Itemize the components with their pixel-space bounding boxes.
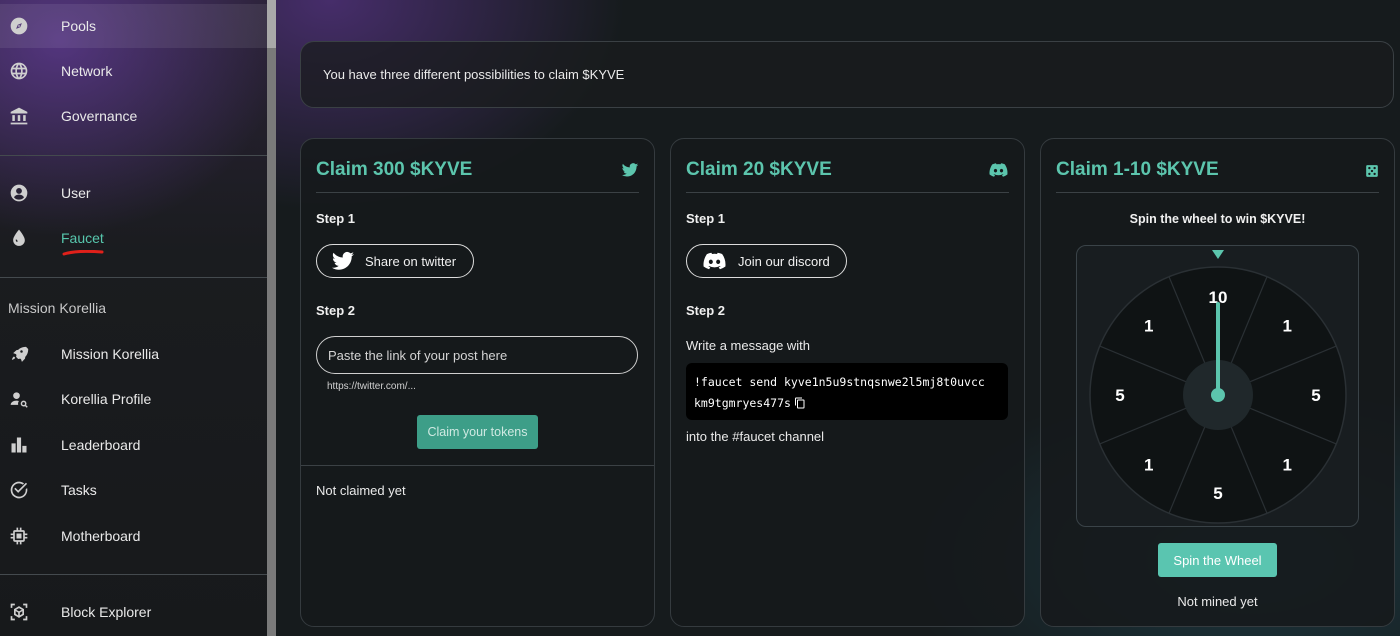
faucet-command-address-tail: km9tgmryes477s	[694, 396, 791, 410]
sidebar: Pools Network Governance User Faucet Mis…	[0, 0, 276, 636]
card-header: Claim 20 $KYVE	[686, 157, 1009, 193]
sidebar-item-label: User	[61, 185, 91, 201]
discord-icon	[988, 161, 1009, 179]
claim-tokens-button[interactable]: Claim your tokens	[417, 415, 538, 449]
sidebar-item-label: Pools	[61, 18, 97, 34]
user-icon	[8, 182, 30, 204]
cube-icon	[8, 601, 30, 623]
info-banner: You have three different possibilities t…	[300, 41, 1394, 108]
sidebar-item-faucet[interactable]: Faucet	[0, 216, 267, 260]
sidebar-divider	[0, 277, 276, 278]
card-title: Claim 20 $KYVE	[686, 159, 832, 180]
sidebar-scrollbar[interactable]	[267, 0, 276, 636]
faucet-command-line: !faucet send kyve1n5u9stnqsnwe2l5mj8t0uv…	[694, 375, 985, 389]
post-link-hint: https://twitter.com/...	[327, 381, 416, 392]
sidebar-item-network[interactable]: Network	[0, 49, 267, 93]
sidebar-divider	[0, 574, 276, 575]
profile-search-icon	[8, 388, 30, 410]
faucet-command-box[interactable]: !faucet send kyve1n5u9stnqsnwe2l5mj8t0uv…	[686, 363, 1008, 420]
wheel-segment-label: 5	[1115, 386, 1124, 405]
sidebar-item-label: Block Explorer	[61, 604, 152, 620]
step-2-label: Step 2	[316, 303, 356, 318]
wheel-pointer	[1212, 250, 1224, 259]
sidebar-item-pools[interactable]: Pools	[0, 4, 267, 48]
wheel-segment-label: 1	[1283, 455, 1292, 474]
sidebar-item-korellia-profile[interactable]: Korellia Profile	[0, 377, 267, 421]
copy-icon[interactable]	[794, 395, 806, 409]
rocket-icon	[8, 343, 30, 365]
discord-instruction: Write a message with	[686, 338, 811, 353]
step-2-label: Step 2	[686, 303, 726, 318]
wheel-heading: Spin the wheel to win $KYVE!	[1129, 212, 1306, 226]
sidebar-item-user[interactable]: User	[0, 171, 267, 215]
sidebar-item-label: Motherboard	[61, 528, 141, 544]
drop-icon	[8, 227, 30, 249]
sidebar-item-governance[interactable]: Governance	[0, 94, 267, 138]
wheel-segment-label: 1	[1283, 317, 1292, 336]
sidebar-divider	[0, 155, 276, 156]
chip-icon	[8, 525, 30, 547]
faucet-command-line-2: km9tgmryes477s	[694, 393, 1000, 414]
sidebar-item-label: Governance	[61, 108, 138, 124]
check-circle-icon	[8, 479, 30, 501]
sidebar-item-label: Tasks	[61, 482, 97, 498]
share-on-twitter-label: Share on twitter	[365, 253, 457, 269]
step-1-label: Step 1	[686, 211, 726, 226]
sidebar-section-title: Mission Korellia	[8, 300, 107, 316]
sidebar-item-mission-korellia[interactable]: Mission Korellia	[0, 332, 267, 376]
wheel-segment-label: 1	[1144, 317, 1153, 336]
sidebar-item-label: Network	[61, 63, 113, 79]
sidebar-item-leaderboard[interactable]: Leaderboard	[0, 423, 267, 467]
card-divider	[301, 465, 654, 466]
discord-icon	[703, 252, 726, 270]
card-title: Claim 1-10 $KYVE	[1056, 159, 1219, 180]
compass-icon	[8, 15, 30, 37]
claim-card-twitter: Claim 300 $KYVE Step 1 Share on twitter …	[300, 138, 655, 627]
sidebar-item-label: Faucet	[61, 230, 104, 246]
wheel-segment-label: 1	[1144, 455, 1153, 474]
info-banner-text: You have three different possibilities t…	[323, 67, 625, 82]
sidebar-item-motherboard[interactable]: Motherboard	[0, 514, 267, 558]
share-on-twitter-button[interactable]: Share on twitter	[316, 244, 474, 278]
join-discord-label: Join our discord	[738, 253, 830, 269]
sidebar-item-label: Korellia Profile	[61, 391, 152, 407]
sidebar-item-label: Mission Korellia	[61, 346, 160, 362]
wheel-segment-label: 5	[1213, 484, 1222, 503]
twitter-icon	[332, 251, 354, 270]
wheel-needle-pivot	[1211, 388, 1225, 402]
globe-icon	[8, 60, 30, 82]
post-link-input[interactable]	[316, 336, 638, 374]
prize-wheel[interactable]: 10 1 5 1 5 1 5 1	[1076, 245, 1359, 527]
card-header: Claim 1-10 $KYVE	[1056, 157, 1379, 193]
claim-card-discord: Claim 20 $KYVE Step 1 Join our discord S…	[670, 138, 1025, 627]
step-1-label: Step 1	[316, 211, 356, 226]
card-header: Claim 300 $KYVE	[316, 157, 639, 193]
red-underline-annotation	[62, 250, 104, 256]
claim-card-wheel: Claim 1-10 $KYVE Spin the wheel to win $…	[1040, 138, 1395, 627]
card-title: Claim 300 $KYVE	[316, 159, 473, 180]
mined-status: Not mined yet	[1177, 594, 1258, 609]
bank-icon	[8, 105, 30, 127]
bar-chart-icon	[8, 434, 30, 456]
dice-icon	[1365, 164, 1379, 178]
wheel-segment-label: 5	[1311, 386, 1320, 405]
sidebar-item-block-explorer[interactable]: Block Explorer	[0, 590, 267, 634]
discord-channel-text: into the #faucet channel	[686, 429, 825, 444]
sidebar-scrollbar-thumb[interactable]	[267, 0, 276, 48]
sidebar-item-label: Leaderboard	[61, 437, 141, 453]
sidebar-item-tasks[interactable]: Tasks	[0, 468, 267, 512]
spin-wheel-button[interactable]: Spin the Wheel	[1158, 543, 1277, 577]
twitter-icon	[621, 161, 639, 179]
join-discord-button[interactable]: Join our discord	[686, 244, 847, 278]
claim-status: Not claimed yet	[316, 483, 406, 498]
prize-wheel-graphic: 101515151	[1089, 250, 1347, 524]
